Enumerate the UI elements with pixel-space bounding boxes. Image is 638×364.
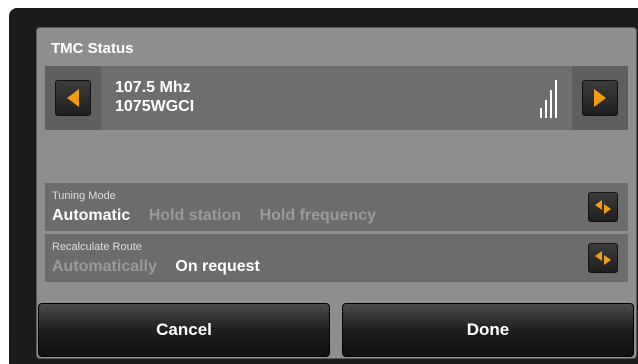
prev-station-cell: [45, 66, 101, 130]
signal-strength-icon: [540, 80, 560, 118]
recalculate-route-toggle-button[interactable]: [588, 243, 618, 273]
station-frequency: 107.5 Mhz: [115, 79, 191, 96]
done-button[interactable]: Done: [342, 303, 634, 357]
prev-station-button[interactable]: [55, 80, 91, 116]
tuning-mode-toggle-button[interactable]: [588, 192, 618, 222]
cancel-button[interactable]: Cancel: [38, 303, 330, 357]
tuning-option-automatic[interactable]: Automatic: [52, 207, 130, 224]
tuning-option-hold-station[interactable]: Hold station: [149, 207, 241, 224]
toggle-arrows-icon: [595, 200, 611, 214]
route-option-automatically[interactable]: Automatically: [52, 258, 157, 275]
device-screen: TMC Status 107.5 Mhz 1075WGCI Tuning Mod…: [9, 8, 638, 364]
next-station-cell: [572, 66, 628, 130]
toggle-arrows-icon: [595, 251, 611, 265]
station-bar: 107.5 Mhz 1075WGCI: [45, 66, 628, 130]
tuning-mode-label: Tuning Mode: [52, 190, 116, 202]
recalculate-route-options: Automatically On request: [52, 258, 274, 276]
dialog-title: TMC Status: [51, 40, 134, 57]
tuning-option-hold-frequency[interactable]: Hold frequency: [260, 207, 376, 224]
station-info: 107.5 Mhz 1075WGCI: [115, 78, 194, 116]
station-name: 1075WGCI: [115, 98, 195, 115]
recalculate-route-row: Recalculate Route Automatically On reque…: [45, 234, 628, 282]
tuning-mode-row: Tuning Mode Automatic Hold station Hold …: [45, 183, 628, 231]
recalculate-route-label: Recalculate Route: [52, 241, 142, 253]
next-station-button[interactable]: [582, 80, 618, 116]
arrow-right-icon: [594, 89, 606, 107]
tuning-mode-options: Automatic Hold station Hold frequency: [52, 207, 390, 225]
route-option-on-request[interactable]: On request: [175, 258, 259, 275]
arrow-left-icon: [67, 89, 79, 107]
tmc-status-dialog: TMC Status 107.5 Mhz 1075WGCI Tuning Mod…: [37, 28, 636, 358]
